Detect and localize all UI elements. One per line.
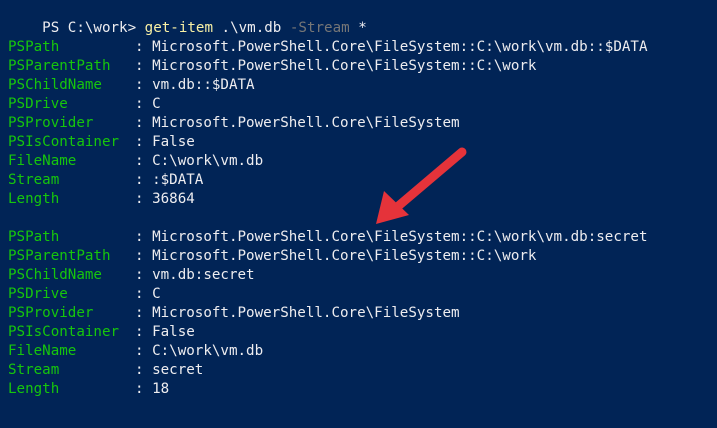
output-key: PSParentPath	[8, 248, 111, 264]
output-key: PSParentPath	[8, 58, 111, 74]
command-wildcard: *	[349, 20, 367, 36]
output-separator: :	[135, 77, 153, 93]
command-name: get-item	[144, 20, 214, 36]
output-value: 36864	[152, 191, 195, 207]
output-row-psparentpath: PSParentPath: Microsoft.PowerShell.Core\…	[8, 57, 536, 76]
output-key: PSIsContainer	[8, 324, 120, 340]
output-value: Microsoft.PowerShell.Core\FileSystem	[152, 305, 460, 321]
output-key: PSProvider	[8, 115, 94, 131]
output-key: PSChildName	[8, 77, 102, 93]
output-separator: :	[135, 134, 153, 150]
output-separator: :	[135, 115, 153, 131]
output-row-filename: FileName: C:\work\vm.db	[8, 342, 263, 361]
output-separator: :	[135, 324, 153, 340]
output-row-stream: Stream: secret	[8, 361, 203, 380]
output-value: Microsoft.PowerShell.Core\FileSystem	[152, 115, 460, 131]
output-value: False	[152, 324, 195, 340]
output-separator: :	[135, 305, 153, 321]
powershell-terminal[interactable]: PS C:\work> get-item .\vm.db -Stream * P…	[0, 0, 717, 428]
output-value: False	[152, 134, 195, 150]
output-key: PSProvider	[8, 305, 94, 321]
output-value: vm.db:secret	[152, 267, 255, 283]
output-row-pschildname: PSChildName: vm.db::$DATA	[8, 76, 255, 95]
output-key: Length	[8, 191, 60, 207]
output-key: FileName	[8, 153, 77, 169]
output-separator: :	[135, 229, 153, 245]
output-value: secret	[152, 362, 204, 378]
output-key: Stream	[8, 172, 60, 188]
output-row-psiscontainer: PSIsContainer: False	[8, 133, 195, 152]
output-key: PSIsContainer	[8, 134, 120, 150]
command-parameter: -Stream	[289, 20, 350, 36]
output-value: C	[152, 286, 161, 302]
output-value: Microsoft.PowerShell.Core\FileSystem::C:…	[152, 39, 648, 55]
output-row-psparentpath: PSParentPath: Microsoft.PowerShell.Core\…	[8, 247, 536, 266]
output-value: vm.db::$DATA	[152, 77, 255, 93]
output-separator: :	[135, 191, 153, 207]
output-row-pspath: PSPath: Microsoft.PowerShell.Core\FileSy…	[8, 38, 648, 57]
output-separator: :	[135, 153, 153, 169]
output-value: Microsoft.PowerShell.Core\FileSystem::C:…	[152, 248, 537, 264]
output-separator: :	[135, 267, 153, 283]
output-row-length: Length: 18	[8, 380, 169, 399]
output-row-pspath: PSPath: Microsoft.PowerShell.Core\FileSy…	[8, 228, 648, 247]
output-value: :$DATA	[152, 172, 204, 188]
output-separator: :	[135, 362, 153, 378]
command-prompt-line: PS C:\work> get-item .\vm.db -Stream *	[8, 0, 367, 36]
output-row-stream: Stream: :$DATA	[8, 171, 203, 190]
output-row-psprovider: PSProvider: Microsoft.PowerShell.Core\Fi…	[8, 114, 460, 133]
output-row-psdrive: PSDrive: C	[8, 285, 161, 304]
output-value: C	[152, 96, 161, 112]
output-separator: :	[135, 96, 153, 112]
output-key: Length	[8, 381, 60, 397]
command-argument: .\vm.db	[213, 20, 290, 36]
output-separator: :	[135, 58, 153, 74]
output-key: FileName	[8, 343, 77, 359]
output-value: C:\work\vm.db	[152, 153, 264, 169]
output-key: PSChildName	[8, 267, 102, 283]
output-row-pschildname: PSChildName: vm.db:secret	[8, 266, 255, 285]
output-separator: :	[135, 343, 153, 359]
output-key: PSPath	[8, 229, 60, 245]
output-separator: :	[135, 286, 153, 302]
output-row-psiscontainer: PSIsContainer: False	[8, 323, 195, 342]
output-separator: :	[135, 39, 153, 55]
output-key: PSDrive	[8, 286, 68, 302]
output-row-psprovider: PSProvider: Microsoft.PowerShell.Core\Fi…	[8, 304, 460, 323]
output-row-length: Length: 36864	[8, 190, 195, 209]
output-separator: :	[135, 381, 153, 397]
output-value: Microsoft.PowerShell.Core\FileSystem::C:…	[152, 58, 537, 74]
prompt-prefix: PS C:\work>	[42, 20, 145, 36]
output-value: Microsoft.PowerShell.Core\FileSystem::C:…	[152, 229, 648, 245]
output-separator: :	[135, 172, 153, 188]
output-row-psdrive: PSDrive: C	[8, 95, 161, 114]
output-key: PSPath	[8, 39, 60, 55]
output-row-filename: FileName: C:\work\vm.db	[8, 152, 263, 171]
output-separator: :	[135, 248, 153, 264]
output-key: Stream	[8, 362, 60, 378]
output-key: PSDrive	[8, 96, 68, 112]
output-value: C:\work\vm.db	[152, 343, 264, 359]
output-value: 18	[152, 381, 170, 397]
